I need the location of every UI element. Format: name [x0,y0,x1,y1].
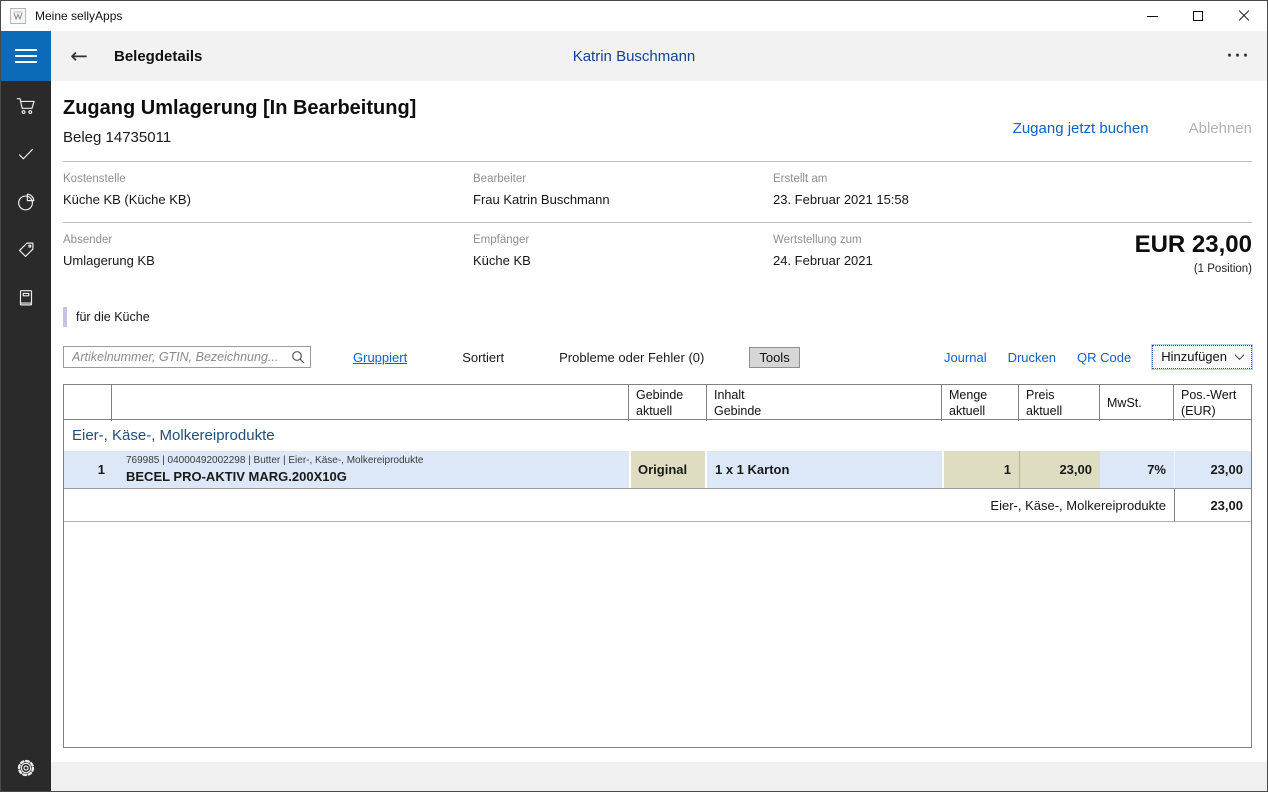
table-header-row: Gebinde aktuell Inhalt Gebinde Menge aktuel… [64,385,1251,421]
fields-row-1: Kostenstelle Küche KB (Küche KB) Bearbei… [63,162,1252,222]
footer-strip [51,762,1267,791]
field-absender: Absender Umlagerung KB [63,234,155,268]
sidebar-item-reports[interactable] [14,190,38,214]
article-description: 769985 | 04000492002298 | Butter | Eier-… [112,451,629,488]
field-erstellt-am: Erstellt am 23. Februar 2021 15:58 [773,173,909,207]
subtotal-label: Eier-, Käse-, Molkereiprodukte [990,497,1166,513]
window-title: Meine sellyApps [35,9,123,23]
document-total: EUR 23,00 (1 Position) [1135,231,1252,275]
title-bar: Meine sellyApps [1,1,1267,31]
field-bearbeiter: Bearbeiter Frau Katrin Buschmann [473,173,610,207]
add-button[interactable]: Hinzufügen [1152,345,1252,369]
document-header: Zugang Umlagerung [In Bearbeitung] Beleg… [63,96,1252,147]
note-accent-bar [63,307,67,327]
tools-button[interactable]: Tools [749,346,800,368]
sidebar-item-approvals[interactable] [14,142,38,166]
hamburger-icon [15,49,37,51]
sorted-toggle[interactable]: Sortiert [462,350,504,365]
sidebar-item-catalog[interactable] [14,286,38,310]
document-note: für die Küche [63,307,1252,327]
book-icon [19,290,33,306]
cell-preis[interactable]: 23,00 [1019,451,1100,488]
row-index: 1 [97,462,105,477]
header-inhalt: Inhalt Gebinde [707,385,942,421]
hamburger-menu-button[interactable] [1,31,51,81]
page-title: Belegdetails [114,47,203,65]
gear-icon [17,759,35,777]
header-rownum [64,385,112,421]
search-icon [291,350,305,367]
app-header: ← Belegdetails Katrin Buschmann ··· [1,31,1267,81]
header-mwst: MwSt. [1100,385,1174,421]
fields-row-2: Absender Umlagerung KB Empfänger Küche K… [63,223,1252,283]
cell-gebinde[interactable]: Original [629,451,707,488]
items-table: Gebinde aktuell Inhalt Gebinde Menge aktuel… [63,384,1252,748]
back-button[interactable]: ← [62,43,96,68]
grouped-toggle[interactable]: Gruppiert [353,350,407,365]
field-kostenstelle: Kostenstelle Küche KB (Küche KB) [63,173,191,207]
print-link[interactable]: Drucken [1008,350,1056,365]
close-button[interactable] [1221,1,1267,31]
sidebar-nav [1,81,51,791]
total-positions: (1 Position) [1193,263,1252,275]
field-empfaenger: Empfänger Küche KB [473,234,531,268]
tag-icon [18,242,34,258]
problems-link[interactable]: Probleme oder Fehler (0) [559,350,704,365]
cell-menge[interactable]: 1 [942,451,1019,488]
header-article [112,385,629,421]
check-icon [18,148,34,160]
book-now-link[interactable]: Zugang jetzt buchen [1013,120,1149,137]
sidebar-item-settings[interactable] [14,756,38,780]
cell-mwst: 7% [1147,462,1166,477]
items-toolbar: Gruppiert Sortiert Probleme oder Fehler … [63,345,1252,369]
article-meta: 769985 | 04000492002298 | Butter | Eier-… [126,455,424,466]
reject-link[interactable]: Ablehnen [1189,120,1252,137]
header-preis: Preis aktuell [1019,385,1100,421]
header-gebinde: Gebinde aktuell [629,385,707,421]
article-name: BECEL PRO-AKTIV MARG.200X10G [126,469,347,484]
main-panel: Zugang Umlagerung [In Bearbeitung] Beleg… [51,81,1267,791]
pie-chart-icon [18,193,35,211]
back-arrow-icon: ← [70,43,88,68]
table-empty-area [64,522,1251,747]
more-options-button[interactable]: ··· [1227,46,1251,67]
subtotal-value: 23,00 [1174,489,1251,521]
maximize-icon [1193,11,1203,21]
current-user-label[interactable]: Katrin Buschmann [573,48,696,65]
cell-inhalt: 1 x 1 Karton [715,462,790,477]
total-amount: EUR 23,00 [1134,231,1252,258]
close-icon [1238,10,1250,22]
document-title: Zugang Umlagerung [In Bearbeitung] [63,97,417,119]
search-input[interactable] [63,346,311,368]
note-text: für die Küche [76,310,150,324]
app-logo-icon [10,8,26,24]
maximize-button[interactable] [1175,1,1221,31]
group-subtotal-row: Eier-, Käse-, Molkereiprodukte 23,00 [64,489,1251,522]
journal-link[interactable]: Journal [944,350,987,365]
qr-code-link[interactable]: QR Code [1077,350,1131,365]
group-header: Eier-, Käse-, Molkereiprodukte [72,427,275,444]
minimize-icon [1146,15,1158,17]
cart-icon [16,98,35,115]
minimize-button[interactable] [1129,1,1175,31]
add-button-label: Hinzufügen [1161,349,1227,364]
sidebar-item-cart[interactable] [14,94,38,118]
search-box [63,346,311,368]
cell-poswert: 23,00 [1174,451,1251,488]
sidebar-item-labels[interactable] [14,238,38,262]
chevron-down-icon [1234,350,1245,361]
table-row[interactable]: 1 769985 | 04000492002298 | Butter | Eie… [64,451,1251,489]
header-poswert: Pos.-Wert (EUR) [1181,388,1237,418]
header-menge: Menge aktuell [942,385,1019,421]
app-window: Meine sellyApps ← Belegdetails Katrin Bu… [0,0,1268,792]
window-controls [1129,1,1267,31]
